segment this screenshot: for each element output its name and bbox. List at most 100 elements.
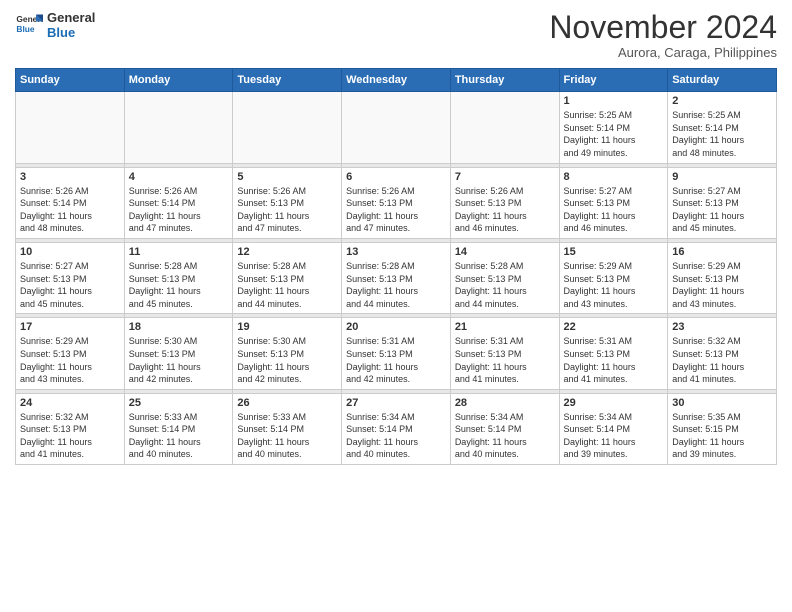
day-number: 17 (20, 321, 120, 333)
col-tuesday: Tuesday (233, 69, 342, 92)
calendar-cell: 2 Sunrise: 5:25 AM Sunset: 5:14 PM Daylig… (668, 92, 777, 163)
day-info: Sunrise: 5:27 AM Sunset: 5:13 PM Dayligh… (672, 185, 772, 235)
calendar-cell: 14 Sunrise: 5:28 AM Sunset: 5:13 PM Dayli… (450, 242, 559, 313)
calendar-cell: 7Sunrise: 5:26 AM Sunset: 5:13 PM Daylig… (450, 167, 559, 238)
logo-icon: General Blue (15, 11, 43, 39)
calendar-cell: 9 Sunrise: 5:27 AM Sunset: 5:13 PM Daylig… (668, 167, 777, 238)
week-row-1: 1 Sunrise: 5:25 AM Sunset: 5:14 PM Daylig… (16, 92, 777, 163)
svg-text:Blue: Blue (16, 24, 34, 34)
calendar-cell: 11 Sunrise: 5:28 AM Sunset: 5:13 PM Dayli… (124, 242, 233, 313)
week-row-4: 17Sunrise: 5:29 AM Sunset: 5:13 PM Dayli… (16, 318, 777, 389)
day-number: 20 (346, 321, 446, 333)
day-number: 19 (237, 321, 337, 333)
day-number: 25 (129, 397, 229, 409)
day-info: Sunrise: 5:28 AM Sunset: 5:13 PM Dayligh… (455, 260, 555, 310)
day-info: Sunrise: 5:29 AM Sunset: 5:13 PM Dayligh… (564, 260, 664, 310)
day-info: Sunrise: 5:31 AM Sunset: 5:13 PM Dayligh… (346, 335, 446, 385)
page: General Blue General Blue November 2024 … (0, 0, 792, 612)
day-info: Sunrise: 5:26 AM Sunset: 5:14 PM Dayligh… (129, 185, 229, 235)
day-info: Sunrise: 5:35 AM Sunset: 5:15 PM Dayligh… (672, 411, 772, 461)
calendar-cell: 27 Sunrise: 5:34 AM Sunset: 5:14 PM Dayli… (342, 393, 451, 464)
day-info: Sunrise: 5:34 AM Sunset: 5:14 PM Dayligh… (564, 411, 664, 461)
day-number: 28 (455, 397, 555, 409)
calendar-cell (124, 92, 233, 163)
calendar: Sunday Monday Tuesday Wednesday Thursday… (15, 68, 777, 465)
day-info: Sunrise: 5:26 AM Sunset: 5:13 PM Dayligh… (346, 185, 446, 235)
calendar-cell: 12 Sunrise: 5:28 AM Sunset: 5:13 PM Dayli… (233, 242, 342, 313)
day-number: 5 (237, 171, 337, 183)
logo: General Blue General Blue (15, 10, 95, 40)
calendar-cell: 10 Sunrise: 5:27 AM Sunset: 5:13 PM Dayli… (16, 242, 125, 313)
day-info: Sunrise: 5:30 AM Sunset: 5:13 PM Dayligh… (129, 335, 229, 385)
calendar-cell: 17Sunrise: 5:29 AM Sunset: 5:13 PM Dayli… (16, 318, 125, 389)
day-info: Sunrise: 5:28 AM Sunset: 5:13 PM Dayligh… (346, 260, 446, 310)
calendar-cell: 22 Sunrise: 5:31 AM Sunset: 5:13 PM Dayli… (559, 318, 668, 389)
calendar-cell: 3Sunrise: 5:26 AM Sunset: 5:14 PM Daylig… (16, 167, 125, 238)
logo-line2: Blue (47, 25, 95, 40)
day-info: Sunrise: 5:30 AM Sunset: 5:13 PM Dayligh… (237, 335, 337, 385)
day-number: 9 (672, 171, 772, 183)
calendar-cell: 6 Sunrise: 5:26 AM Sunset: 5:13 PM Daylig… (342, 167, 451, 238)
day-info: Sunrise: 5:33 AM Sunset: 5:14 PM Dayligh… (237, 411, 337, 461)
header: General Blue General Blue November 2024 … (15, 10, 777, 60)
calendar-cell: 19 Sunrise: 5:30 AM Sunset: 5:13 PM Dayli… (233, 318, 342, 389)
calendar-cell (342, 92, 451, 163)
day-info: Sunrise: 5:34 AM Sunset: 5:14 PM Dayligh… (346, 411, 446, 461)
day-number: 2 (672, 95, 772, 107)
col-friday: Friday (559, 69, 668, 92)
day-number: 8 (564, 171, 664, 183)
col-thursday: Thursday (450, 69, 559, 92)
calendar-cell: 1 Sunrise: 5:25 AM Sunset: 5:14 PM Daylig… (559, 92, 668, 163)
day-number: 14 (455, 246, 555, 258)
day-number: 11 (129, 246, 229, 258)
day-number: 16 (672, 246, 772, 258)
calendar-cell: 18Sunrise: 5:30 AM Sunset: 5:13 PM Dayli… (124, 318, 233, 389)
day-info: Sunrise: 5:26 AM Sunset: 5:14 PM Dayligh… (20, 185, 120, 235)
day-number: 1 (564, 95, 664, 107)
day-info: Sunrise: 5:29 AM Sunset: 5:13 PM Dayligh… (672, 260, 772, 310)
calendar-cell: 16 Sunrise: 5:29 AM Sunset: 5:13 PM Dayli… (668, 242, 777, 313)
location-subtitle: Aurora, Caraga, Philippines (549, 45, 777, 60)
week-row-3: 10 Sunrise: 5:27 AM Sunset: 5:13 PM Dayli… (16, 242, 777, 313)
calendar-header-row: Sunday Monday Tuesday Wednesday Thursday… (16, 69, 777, 92)
day-info: Sunrise: 5:28 AM Sunset: 5:13 PM Dayligh… (237, 260, 337, 310)
week-row-2: 3Sunrise: 5:26 AM Sunset: 5:14 PM Daylig… (16, 167, 777, 238)
day-number: 6 (346, 171, 446, 183)
col-wednesday: Wednesday (342, 69, 451, 92)
calendar-cell: 28 Sunrise: 5:34 AM Sunset: 5:14 PM Dayli… (450, 393, 559, 464)
day-number: 21 (455, 321, 555, 333)
day-info: Sunrise: 5:34 AM Sunset: 5:14 PM Dayligh… (455, 411, 555, 461)
day-info: Sunrise: 5:33 AM Sunset: 5:14 PM Dayligh… (129, 411, 229, 461)
week-row-5: 24Sunrise: 5:32 AM Sunset: 5:13 PM Dayli… (16, 393, 777, 464)
calendar-cell: 8 Sunrise: 5:27 AM Sunset: 5:13 PM Daylig… (559, 167, 668, 238)
calendar-cell: 30 Sunrise: 5:35 AM Sunset: 5:15 PM Dayli… (668, 393, 777, 464)
day-info: Sunrise: 5:25 AM Sunset: 5:14 PM Dayligh… (672, 109, 772, 159)
day-info: Sunrise: 5:25 AM Sunset: 5:14 PM Dayligh… (564, 109, 664, 159)
day-info: Sunrise: 5:26 AM Sunset: 5:13 PM Dayligh… (237, 185, 337, 235)
day-number: 13 (346, 246, 446, 258)
calendar-cell (450, 92, 559, 163)
day-info: Sunrise: 5:28 AM Sunset: 5:13 PM Dayligh… (129, 260, 229, 310)
calendar-cell: 20 Sunrise: 5:31 AM Sunset: 5:13 PM Dayli… (342, 318, 451, 389)
calendar-cell: 25 Sunrise: 5:33 AM Sunset: 5:14 PM Dayli… (124, 393, 233, 464)
day-number: 29 (564, 397, 664, 409)
day-number: 12 (237, 246, 337, 258)
calendar-cell: 15Sunrise: 5:29 AM Sunset: 5:13 PM Dayli… (559, 242, 668, 313)
day-number: 23 (672, 321, 772, 333)
day-number: 22 (564, 321, 664, 333)
calendar-cell: 29 Sunrise: 5:34 AM Sunset: 5:14 PM Dayli… (559, 393, 668, 464)
day-info: Sunrise: 5:27 AM Sunset: 5:13 PM Dayligh… (20, 260, 120, 310)
day-info: Sunrise: 5:27 AM Sunset: 5:13 PM Dayligh… (564, 185, 664, 235)
calendar-cell: 23Sunrise: 5:32 AM Sunset: 5:13 PM Dayli… (668, 318, 777, 389)
day-number: 27 (346, 397, 446, 409)
calendar-cell: 5 Sunrise: 5:26 AM Sunset: 5:13 PM Daylig… (233, 167, 342, 238)
col-saturday: Saturday (668, 69, 777, 92)
day-info: Sunrise: 5:31 AM Sunset: 5:13 PM Dayligh… (564, 335, 664, 385)
calendar-cell (233, 92, 342, 163)
day-number: 24 (20, 397, 120, 409)
calendar-cell: 4Sunrise: 5:26 AM Sunset: 5:14 PM Daylig… (124, 167, 233, 238)
day-number: 26 (237, 397, 337, 409)
day-info: Sunrise: 5:26 AM Sunset: 5:13 PM Dayligh… (455, 185, 555, 235)
day-number: 10 (20, 246, 120, 258)
day-number: 30 (672, 397, 772, 409)
